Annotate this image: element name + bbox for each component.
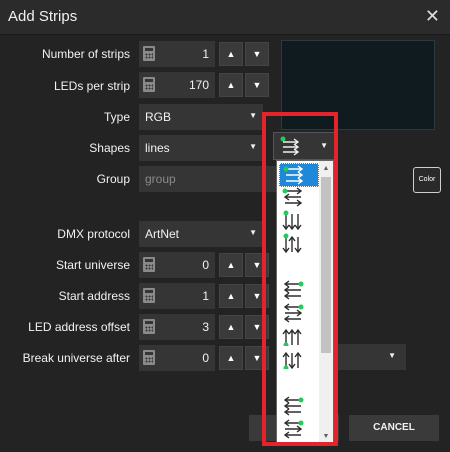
- break-universe-value: 0: [202, 351, 209, 365]
- dmx-protocol-value: ArtNet: [145, 227, 180, 241]
- break-universe-unit-select[interactable]: ▼: [338, 344, 406, 370]
- group-label: Group: [96, 172, 130, 186]
- shapes-label: Shapes: [89, 141, 130, 155]
- num-strips-field[interactable]: 1: [139, 41, 215, 67]
- calculator-icon[interactable]: [143, 257, 155, 272]
- start-universe-label: Start universe: [55, 258, 130, 272]
- chevron-down-icon: ▼: [249, 111, 257, 120]
- shapes-select[interactable]: lines ▼: [139, 135, 263, 161]
- leds-per-strip-field[interactable]: 170: [139, 72, 215, 98]
- led-offset-up-button[interactable]: ▲: [219, 315, 243, 339]
- shapes-value: lines: [145, 141, 170, 155]
- start-universe-up-button[interactable]: ▲: [219, 253, 243, 277]
- leds-up-button[interactable]: ▲: [219, 73, 243, 97]
- close-icon[interactable]: ✕: [425, 6, 440, 27]
- calculator-icon[interactable]: [143, 350, 155, 365]
- break-universe-up-button[interactable]: ▲: [219, 346, 243, 370]
- start-address-up-button[interactable]: ▲: [219, 284, 243, 308]
- cancel-button[interactable]: CANCEL: [349, 415, 439, 441]
- start-address-label: Start address: [58, 289, 130, 303]
- calculator-icon[interactable]: [143, 288, 155, 303]
- start-universe-field[interactable]: 0: [139, 252, 215, 278]
- led-offset-label: LED address offset: [28, 320, 130, 334]
- num-strips-label: Number of strips: [41, 47, 130, 61]
- calculator-icon[interactable]: [143, 46, 155, 61]
- dialog-title: Add Strips: [8, 8, 78, 25]
- group-placeholder: group: [145, 172, 176, 186]
- leds-per-strip-label: LEDs per strip: [53, 79, 130, 93]
- dmx-protocol-select[interactable]: ArtNet ▼: [139, 221, 263, 247]
- annotation-highlight-box: [262, 112, 338, 446]
- break-universe-label: Break universe after: [22, 351, 130, 365]
- leds-per-strip-value: 170: [188, 78, 209, 92]
- start-address-value: 1: [202, 289, 209, 303]
- color-button[interactable]: Color: [413, 167, 441, 193]
- num-strips-up-button[interactable]: ▲: [219, 42, 243, 66]
- chevron-down-icon: ▼: [249, 142, 257, 151]
- chevron-down-icon: ▼: [388, 351, 396, 360]
- num-strips-down-button[interactable]: ▼: [245, 42, 269, 66]
- num-strips-value: 1: [202, 47, 209, 61]
- start-universe-value: 0: [202, 258, 209, 272]
- leds-down-button[interactable]: ▼: [245, 73, 269, 97]
- calculator-icon[interactable]: [143, 77, 155, 92]
- start-address-field[interactable]: 1: [139, 283, 215, 309]
- type-label: Type: [103, 110, 130, 124]
- led-offset-field[interactable]: 3: [139, 314, 215, 340]
- type-value: RGB: [145, 110, 172, 124]
- title-bar: Add Strips ✕: [0, 0, 450, 34]
- dmx-protocol-label: DMX protocol: [57, 227, 130, 241]
- type-select[interactable]: RGB ▼: [139, 104, 263, 130]
- calculator-icon[interactable]: [143, 319, 155, 334]
- chevron-down-icon: ▼: [249, 228, 257, 237]
- break-universe-field[interactable]: 0: [139, 345, 215, 371]
- led-offset-value: 3: [202, 320, 209, 334]
